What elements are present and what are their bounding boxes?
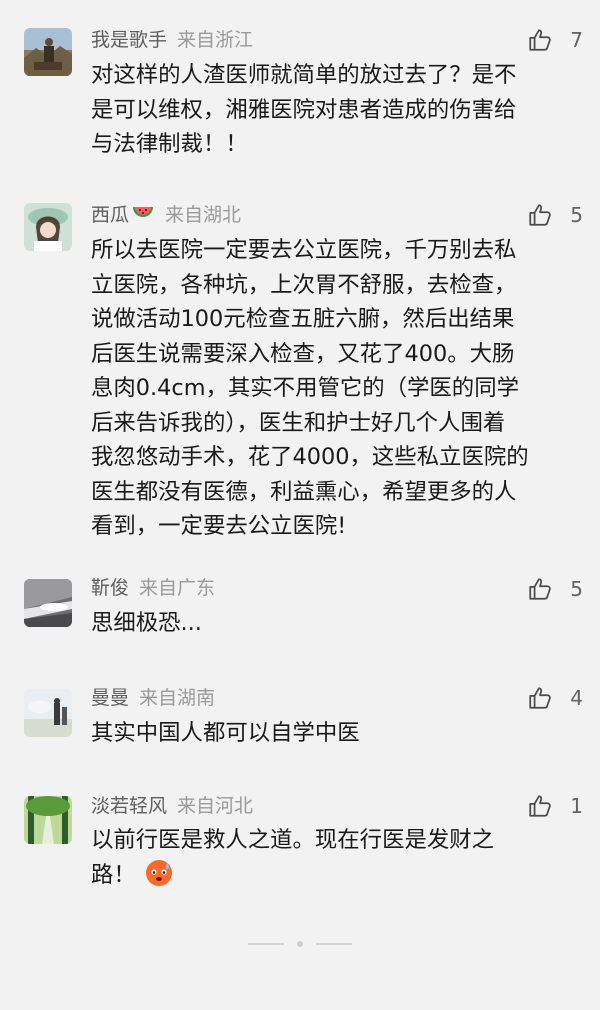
comment-item: 西瓜 来自湖北 5 所以去医院一定要去公立医院，千万别去私 立医院，各种坑，上次胃…	[0, 175, 600, 555]
comment-text: 其实中国人都可以自学中医	[91, 720, 360, 746]
avatar[interactable]	[24, 203, 72, 251]
avatar[interactable]	[24, 579, 72, 627]
comment-text: 以前行医是救人之道。现在行医是发财之 路！	[91, 827, 495, 888]
comment-meta: 淡若轻风 来自河北	[91, 793, 253, 819]
sweating-face-icon	[144, 858, 174, 888]
username[interactable]: 靳俊	[91, 577, 129, 599]
avatar[interactable]	[24, 689, 72, 737]
location: 来自河北	[177, 795, 254, 817]
avatar-image	[24, 796, 72, 844]
like-button[interactable]: 4	[527, 684, 583, 712]
comment-item: 曼曼 来自湖南 4 其实中国人都可以自学中医	[0, 663, 600, 778]
comment-text: 思细极恐...	[91, 610, 202, 636]
avatar-image	[24, 579, 72, 627]
watermelon-icon	[131, 204, 155, 224]
like-count: 5	[570, 577, 583, 601]
like-count: 7	[570, 28, 583, 52]
comment-meta: 靳俊 来自广东	[91, 575, 215, 601]
like-count: 5	[570, 203, 583, 227]
thumbs-up-icon	[527, 202, 553, 228]
thumbs-up-icon	[527, 27, 553, 53]
username[interactable]: 曼曼	[91, 687, 129, 709]
location: 来自湖南	[139, 687, 216, 709]
username[interactable]: 我是歌手	[91, 29, 167, 51]
comment-item: 淡若轻风 来自河北 1 以前行医是救人之道。现在行医是发财之 路！	[0, 778, 600, 918]
thumbs-up-icon	[527, 685, 553, 711]
location: 来自广东	[139, 577, 216, 599]
avatar[interactable]	[24, 796, 72, 844]
thumbs-up-icon	[527, 793, 553, 819]
comment-item: 靳俊 来自广东 5 思细极恐...	[0, 555, 600, 663]
like-button[interactable]: 1	[527, 792, 583, 820]
thumbs-up-icon	[527, 576, 553, 602]
avatar-image	[24, 689, 72, 737]
like-button[interactable]: 7	[527, 26, 583, 54]
location: 来自浙江	[177, 29, 254, 51]
like-button[interactable]: 5	[527, 575, 583, 603]
comment-meta: 我是歌手 来自浙江	[91, 27, 253, 53]
like-count: 1	[570, 794, 583, 818]
username[interactable]: 淡若轻风	[91, 795, 167, 817]
comment-item: 我是歌手 来自浙江 7 对这样的人渣医师就简单的放过去了？是不 是可以维权，湘雅医…	[0, 0, 600, 175]
location: 来自湖北	[165, 204, 242, 226]
avatar-image	[24, 28, 72, 76]
avatar-image	[24, 203, 72, 251]
comment-text: 对这样的人渣医师就简单的放过去了？是不 是可以维权，湘雅医院对患者造成的伤害给 …	[91, 62, 517, 157]
avatar[interactable]	[24, 28, 72, 76]
username[interactable]: 西瓜	[91, 204, 155, 226]
comment-meta: 西瓜 来自湖北	[91, 202, 241, 228]
like-button[interactable]: 5	[527, 201, 583, 229]
like-count: 4	[570, 686, 583, 710]
comment-text: 所以去医院一定要去公立医院，千万别去私 立医院，各种坑，上次胃不舒服，去检查， …	[91, 237, 529, 539]
comment-meta: 曼曼 来自湖南	[91, 685, 215, 711]
pagination-indicator	[248, 936, 352, 952]
